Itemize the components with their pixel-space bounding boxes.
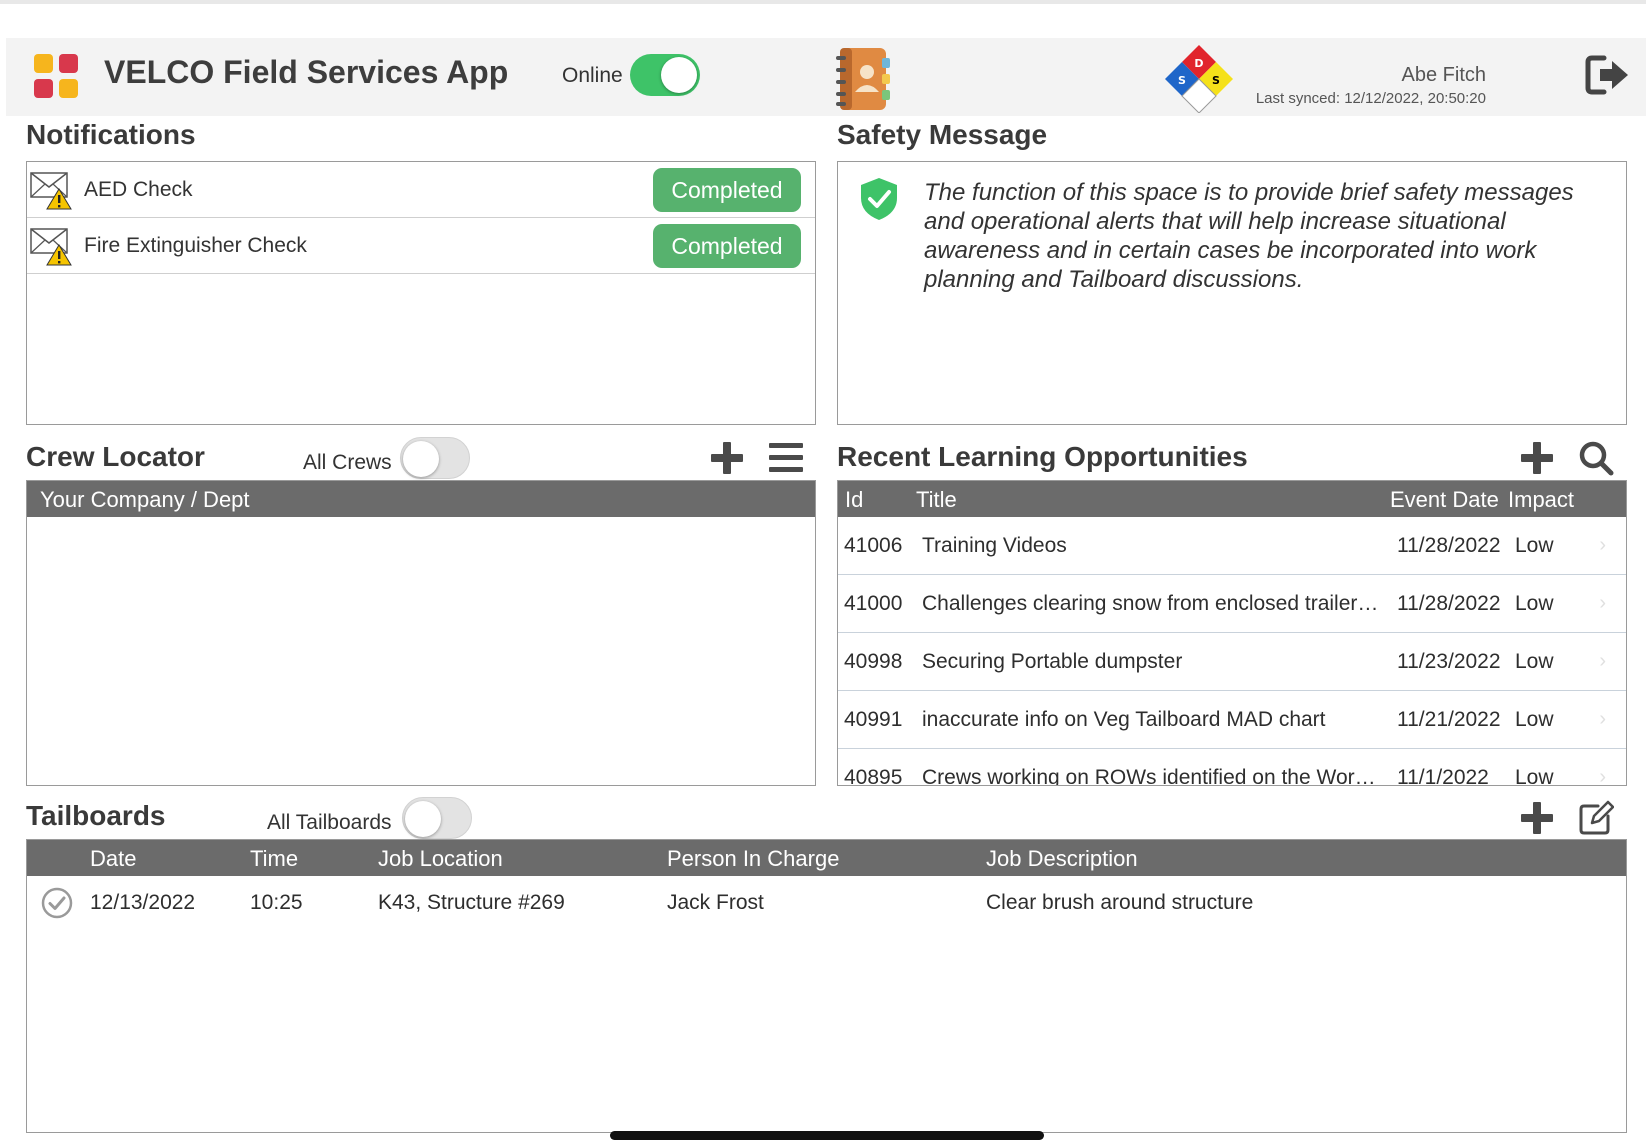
search-icon[interactable] — [1578, 440, 1614, 476]
row-impact: Low — [1515, 592, 1554, 615]
status-bar-area — [0, 0, 1646, 38]
edit-icon[interactable] — [1578, 800, 1614, 836]
chevron-right-icon: › — [1599, 766, 1606, 786]
crew-locator-panel: Your Company / Dept — [26, 480, 816, 786]
learning-table-header: Id Title Event Date Impact — [838, 481, 1626, 517]
online-label: Online — [562, 64, 623, 87]
last-synced: Last synced: 12/12/2022, 20:50:20 — [1255, 90, 1486, 107]
table-row[interactable]: 40895 Crews working on ROWs identified o… — [838, 749, 1626, 786]
table-row[interactable]: 40998 Securing Portable dumpster 11/23/2… — [838, 633, 1626, 691]
column-id: Id — [845, 487, 864, 512]
row-title: inaccurate info on Veg Tailboard MAD cha… — [922, 708, 1326, 731]
crew-locator-title: Crew Locator — [26, 441, 205, 472]
notification-item[interactable]: AED Check Completed — [27, 162, 815, 218]
notifications-title: Notifications — [26, 119, 196, 150]
mail-warning-icon — [30, 172, 72, 210]
all-crews-toggle[interactable] — [400, 437, 470, 479]
chevron-right-icon: › — [1599, 708, 1606, 730]
notification-label: Fire Extinguisher Check — [84, 234, 307, 257]
mail-warning-icon — [30, 228, 72, 266]
check-circle-icon — [41, 887, 73, 919]
table-row[interactable]: 40991 inaccurate info on Veg Tailboard M… — [838, 691, 1626, 749]
row-impact: Low — [1515, 534, 1554, 557]
row-id: 41000 — [844, 592, 903, 615]
row-title: Challenges clearing snow from enclosed t… — [922, 592, 1379, 615]
row-title: Securing Portable dumpster — [922, 650, 1183, 673]
column-person-in-charge: Person In Charge — [667, 846, 840, 871]
row-impact: Low — [1515, 708, 1554, 731]
row-job-location: K43, Structure #269 — [378, 891, 565, 914]
nfpa-diamond-icon[interactable]: D S S — [1164, 43, 1234, 113]
column-job-location: Job Location — [378, 846, 503, 871]
crew-table-header: Your Company / Dept — [27, 481, 815, 517]
nfpa-left-letter: S — [1178, 74, 1186, 87]
plus-icon[interactable] — [709, 440, 745, 476]
safety-message: The function of this space is to provide… — [924, 179, 1574, 293]
nfpa-right-letter: S — [1212, 74, 1220, 87]
table-row[interactable]: 41006 Training Videos 11/28/2022 Low › — [838, 517, 1626, 575]
row-job-description: Clear brush around structure — [986, 891, 1254, 914]
user-name: Abe Fitch — [1401, 64, 1486, 86]
nfpa-top-letter: D — [1194, 57, 1203, 70]
chevron-right-icon: › — [1599, 592, 1606, 614]
row-date: 11/21/2022 — [1397, 708, 1501, 731]
column-job-description: Job Description — [986, 846, 1138, 871]
row-date: 11/23/2022 — [1397, 650, 1501, 673]
learning-panel: Id Title Event Date Impact 41006 Trainin… — [837, 480, 1627, 786]
learning-title: Recent Learning Opportunities — [837, 441, 1248, 472]
table-row[interactable]: 12/13/2022 10:25 K43, Structure #269 Jac… — [27, 876, 1626, 928]
online-toggle[interactable] — [630, 54, 700, 96]
chevron-right-icon: › — [1599, 650, 1606, 672]
table-row[interactable]: 41000 Challenges clearing snow from encl… — [838, 575, 1626, 633]
app-title: VELCO Field Services App — [104, 54, 509, 90]
all-tailboards-label: All Tailboards — [267, 811, 392, 834]
home-indicator — [610, 1131, 1044, 1140]
app-grid-icon[interactable] — [34, 54, 80, 100]
notification-label: AED Check — [84, 178, 193, 201]
column-title: Title — [916, 487, 957, 512]
row-id: 40998 — [844, 650, 903, 673]
column-date: Date — [90, 846, 137, 871]
notification-item[interactable]: Fire Extinguisher Check Completed — [27, 218, 815, 274]
column-impact: Impact — [1508, 487, 1575, 512]
column-company-dept: Your Company / Dept — [40, 487, 250, 512]
row-person-in-charge: Jack Frost — [667, 891, 764, 914]
hamburger-icon[interactable] — [768, 440, 804, 476]
row-date: 12/13/2022 — [90, 891, 196, 914]
row-impact: Low — [1515, 766, 1554, 786]
row-date: 11/1/2022 — [1397, 766, 1489, 786]
shield-check-icon — [861, 178, 897, 220]
row-id: 40895 — [844, 766, 903, 786]
chevron-right-icon: › — [1599, 534, 1606, 556]
row-id: 40991 — [844, 708, 903, 731]
contacts-book-icon[interactable] — [834, 44, 892, 114]
logout-icon[interactable] — [1584, 54, 1630, 96]
app-header: VELCO Field Services App Online D S S Ab… — [6, 38, 1646, 116]
column-time: Time — [250, 846, 299, 871]
tailboards-panel: Date Time Job Location Person In Charge … — [26, 839, 1627, 1133]
row-date: 11/28/2022 — [1397, 534, 1501, 557]
tailboards-table-header: Date Time Job Location Person In Charge … — [27, 840, 1626, 876]
plus-icon[interactable] — [1519, 800, 1555, 836]
safety-panel: The function of this space is to provide… — [837, 161, 1627, 425]
completed-button[interactable]: Completed — [653, 168, 801, 212]
plus-icon[interactable] — [1519, 440, 1555, 476]
notifications-panel: AED Check Completed Fire Extinguisher Ch… — [26, 161, 816, 425]
all-tailboards-toggle[interactable] — [402, 797, 472, 839]
column-event-date: Event Date — [1390, 487, 1499, 512]
row-id: 41006 — [844, 534, 903, 557]
row-title: Training Videos — [922, 534, 1067, 557]
tailboards-title: Tailboards — [26, 800, 166, 831]
row-title: Crews working on ROWs identified on the … — [922, 766, 1376, 786]
all-crews-label: All Crews — [303, 451, 392, 474]
row-time: 10:25 — [250, 891, 303, 914]
row-impact: Low — [1515, 650, 1554, 673]
completed-button[interactable]: Completed — [653, 224, 801, 268]
row-date: 11/28/2022 — [1397, 592, 1501, 615]
safety-title: Safety Message — [837, 119, 1048, 150]
